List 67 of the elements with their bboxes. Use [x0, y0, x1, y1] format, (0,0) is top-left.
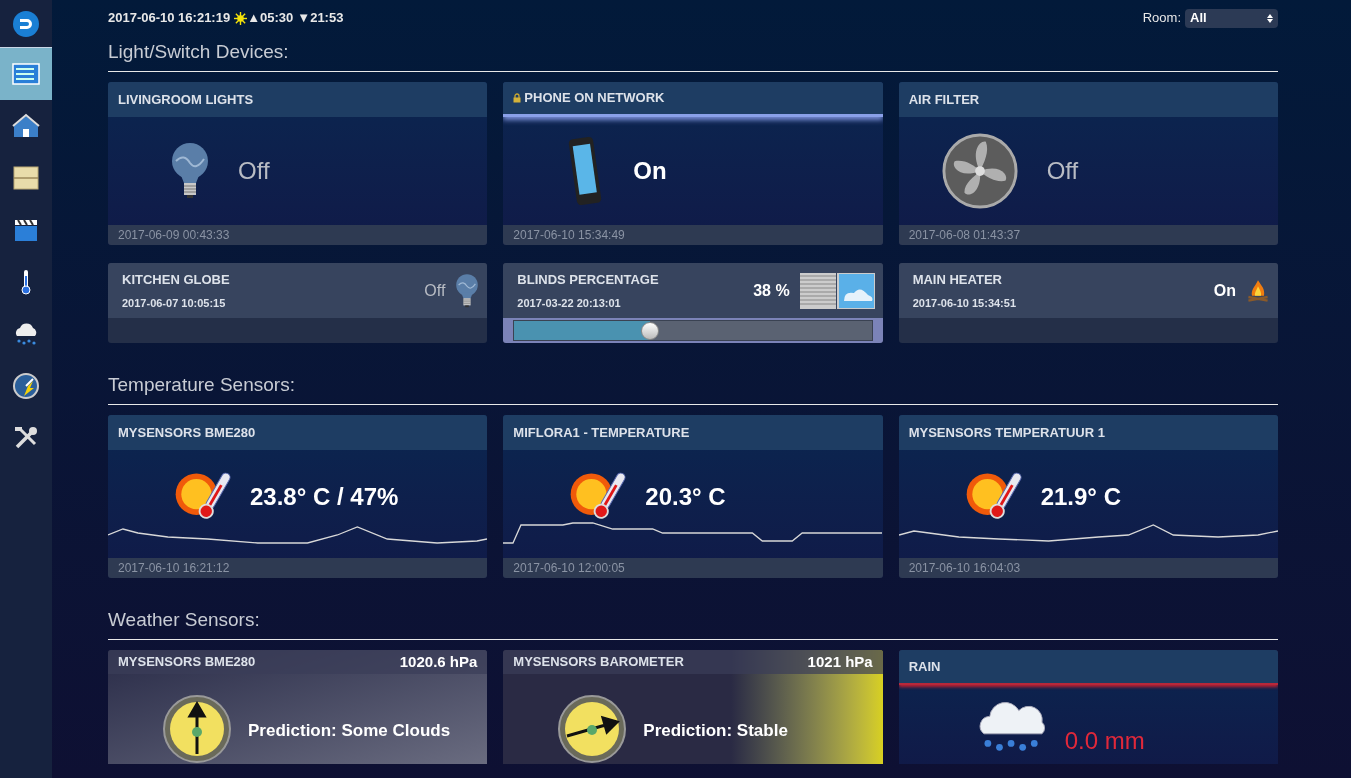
device-name: RAIN: [908, 657, 941, 676]
device-card[interactable]: MIFLORA1 - TEMPERATURE 20.3° C 2017-06-10 12:00:05: [503, 415, 883, 578]
device-card[interactable]: AIR FILTER Off 2017-06-08 01:43:37: [898, 82, 1278, 245]
device-name: AIR FILTER: [908, 90, 980, 109]
gauge-icon: [12, 372, 40, 400]
status-text: Off: [238, 156, 270, 186]
section-title: Weather Sensors:: [108, 604, 1278, 640]
device-card[interactable]: MYSENSORS BAROMETER 1021 hPa Prediction: Stable: [503, 650, 883, 764]
section-title: Temperature Sensors:: [108, 369, 1278, 405]
last-update-time: 2017-06-07 10:05:15: [122, 296, 227, 311]
device-card[interactable]: KITCHEN GLOBE 2017-06-07 10:05:15 Off: [108, 263, 488, 343]
device-card[interactable]: MYSENSORS BME280 1020.6 hPa Prediction: Some Clouds: [108, 650, 488, 764]
last-update-time: 2017-06-10 15:34:51: [912, 296, 1016, 311]
sensor-reading: 21.9° C: [1040, 482, 1121, 512]
prediction-text: Prediction: Some Clouds: [248, 720, 451, 742]
device-name: MYSENSORS BME280: [118, 423, 256, 442]
sunset-time: ▼21:53: [297, 9, 344, 28]
blinds-icon: [799, 272, 875, 309]
floorplan-icon: [12, 164, 40, 192]
status-text: On: [1213, 280, 1236, 301]
room-select[interactable]: All: [1185, 8, 1278, 28]
date-time: 2017-06-10 16:21:19: [108, 9, 231, 28]
device-name: MYSENSORS BAROMETER: [513, 653, 684, 672]
device-card[interactable]: MAIN HEATER 2017-06-10 15:34:51 On: [898, 263, 1278, 343]
status-text: Off: [1046, 156, 1079, 186]
caret-icon: [1267, 13, 1273, 23]
sun-icon: [234, 11, 248, 25]
logo-icon: [12, 9, 40, 38]
dashboard-icon: [12, 60, 40, 88]
device-card[interactable]: PHONE ON NETWORK On 2017-06-10 15:34:49: [503, 82, 883, 245]
device-name: MAIN HEATER: [912, 270, 1003, 289]
prediction-text: Prediction: Stable: [643, 720, 788, 742]
bulb-icon: [455, 272, 480, 309]
device-name: PHONE ON NETWORK: [524, 89, 665, 108]
sensor-reading: 23.8° C / 47%: [250, 482, 399, 512]
sensor-reading: 20.3° C: [645, 482, 726, 512]
house-icon: [12, 112, 40, 140]
device-card[interactable]: LIVINGROOM LIGHTS Off 2017-06-09 00:43:33: [108, 82, 488, 245]
last-update-time: 2017-06-08 01:43:37: [898, 225, 1278, 245]
device-name: KITCHEN GLOBE: [122, 270, 230, 289]
status-text: 38 %: [753, 280, 790, 301]
device-card[interactable]: MYSENSORS TEMPERATUUR 1 21.9° C 2017-06-10 16:04:03: [898, 415, 1278, 578]
barometer-icon: [557, 694, 628, 764]
section-title: Light/Switch Devices:: [108, 36, 1278, 72]
last-update-time: 2017-06-10 15:34:49: [503, 225, 883, 245]
device-name: BLINDS PERCENTAGE: [517, 270, 659, 289]
pressure-reading: 1020.6 hPa: [399, 651, 478, 672]
sunrise-time: ▲05:30: [247, 9, 294, 28]
device-card[interactable]: MYSENSORS BME280 23.8° C / 47% 2017-06-10 16:21:12: [108, 415, 488, 578]
last-update-time: 2017-03-22 20:13:01: [517, 296, 622, 311]
device-name: LIVINGROOM LIGHTS: [118, 90, 254, 109]
last-update-time: 2017-06-10 16:21:12: [108, 558, 488, 578]
last-update-time: 2017-06-10 16:04:03: [898, 558, 1278, 578]
device-name: MIFLORA1 - TEMPERATURE: [513, 423, 690, 442]
fan-icon: [940, 132, 1019, 210]
device-card[interactable]: BLINDS PERCENTAGE 2017-03-22 20:13:01 38 %: [503, 263, 883, 343]
device-card[interactable]: RAIN 0.0 mm: [898, 650, 1278, 764]
last-update-time: 2017-06-09 00:43:33: [108, 225, 488, 245]
rain-reading: 0.0 mm: [1064, 726, 1145, 756]
device-name: MYSENSORS TEMPERATUUR 1: [908, 423, 1105, 442]
status-text: Off: [424, 280, 446, 301]
pressure-reading: 1021 hPa: [807, 651, 873, 672]
room-label: Room:: [1142, 9, 1181, 28]
last-update-time: 2017-06-10 12:00:05: [503, 558, 883, 578]
barometer-icon: [162, 694, 232, 764]
status-text: On: [633, 156, 667, 186]
device-name: MYSENSORS BME280: [118, 653, 256, 672]
